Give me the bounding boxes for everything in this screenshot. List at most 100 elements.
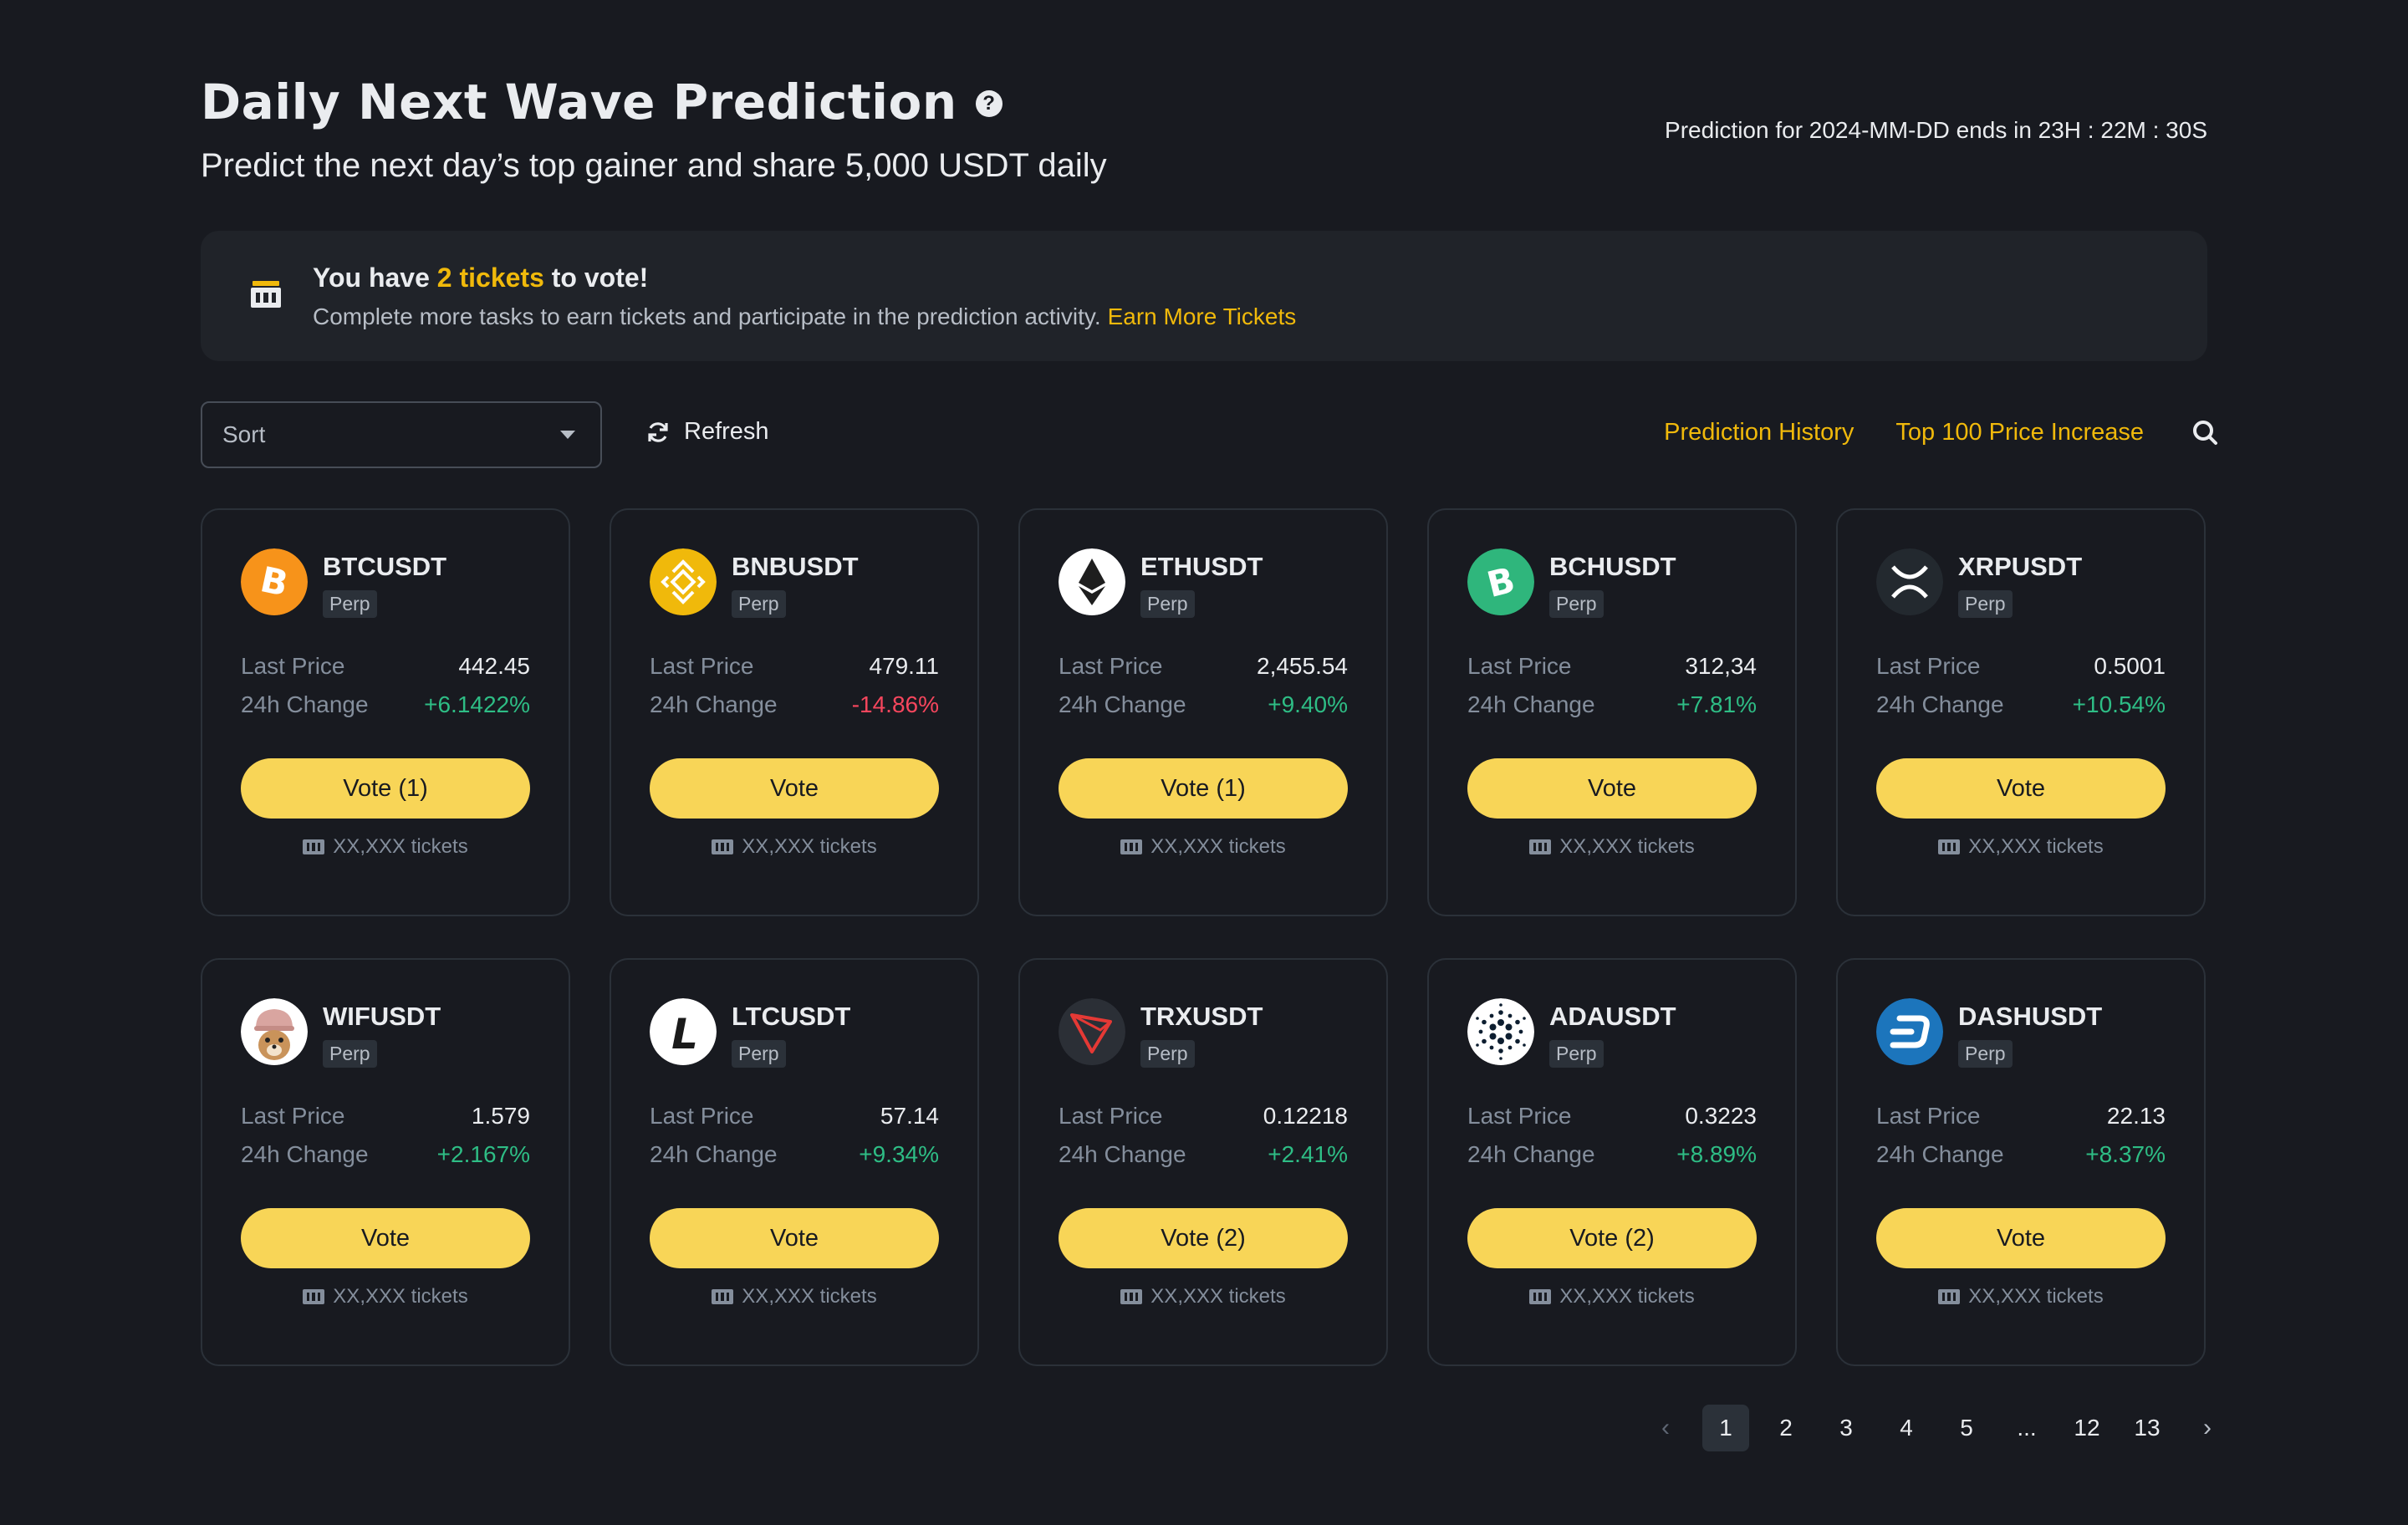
last-price-label: Last Price (1467, 653, 1572, 679)
change-label: 24h Change (650, 1141, 778, 1167)
vote-button[interactable]: Vote (650, 758, 939, 819)
coin-title-block: TRXUSDT Perp (1140, 998, 1263, 1068)
prediction-history-link[interactable]: Prediction History (1664, 419, 1854, 446)
change-row: 24h Change +9.40% (1059, 691, 1348, 718)
last-price-label: Last Price (241, 653, 345, 679)
last-price-label: Last Price (1876, 653, 1981, 679)
perp-badge: Perp (732, 1040, 786, 1068)
last-price-value: 1.579 (471, 1103, 530, 1129)
litecoin-icon: L (650, 998, 717, 1065)
perp-badge: Perp (1958, 1040, 2013, 1068)
vote-button[interactable]: Vote (2) (1467, 1208, 1757, 1268)
last-price-row: Last Price 0.3223 (1467, 1103, 1757, 1130)
page: Daily Next Wave Prediction ? Predict the… (0, 0, 2408, 1525)
coin-title-block: BNBUSDT Perp (732, 548, 859, 618)
coin-title-block: ETHUSDT Perp (1140, 548, 1263, 618)
banner-suffix: to vote! (543, 262, 649, 293)
coin-symbol: ETHUSDT (1140, 552, 1263, 581)
last-price-label: Last Price (241, 1103, 345, 1129)
page-number[interactable]: 5 (1943, 1405, 1990, 1451)
vote-button[interactable]: Vote (1467, 758, 1757, 819)
last-price-value: 312,34 (1685, 653, 1757, 679)
last-price-row: Last Price 0.12218 (1059, 1103, 1348, 1130)
ethereum-icon (1059, 548, 1125, 615)
ticket-count-row: XX,XXX tickets (650, 835, 939, 859)
vote-button[interactable]: Vote (1876, 758, 2166, 819)
last-price-value: 2,455.54 (1257, 653, 1348, 679)
page-number[interactable]: 2 (1763, 1405, 1809, 1451)
tickets-label: XX,XXX tickets (742, 1285, 877, 1308)
last-price-value: 0.3223 (1685, 1103, 1757, 1129)
refresh-button[interactable]: Refresh (645, 418, 769, 446)
page-number[interactable]: 4 (1883, 1405, 1930, 1451)
earn-more-tickets-link[interactable]: Earn More Tickets (1108, 303, 1297, 329)
top-100-price-increase-link[interactable]: Top 100 Price Increase (1895, 419, 2144, 446)
coin-title-block: BTCUSDT Perp (323, 548, 446, 618)
change-row: 24h Change +2.167% (241, 1141, 530, 1168)
coin-card: DASHUSDT Perp Last Price 22.13 24h Chang… (1836, 958, 2206, 1366)
last-price-value: 442.45 (458, 653, 530, 679)
coin-symbol: TRXUSDT (1140, 1002, 1263, 1031)
ticket-icon (1529, 1289, 1552, 1304)
coin-card: ETHUSDT Perp Last Price 2,455.54 24h Cha… (1018, 508, 1388, 916)
pagination: ‹ 1 2 3 4 5... 12 13 › (1642, 1405, 2231, 1451)
chevron-left-icon[interactable]: ‹ (1642, 1405, 1689, 1451)
coin-header: B BCHUSDT Perp (1467, 548, 1757, 618)
ticket-icon (1938, 839, 1961, 854)
change-label: 24h Change (1876, 1141, 2004, 1167)
change-label: 24h Change (650, 691, 778, 717)
banner-description: Complete more tasks to earn tickets and … (313, 303, 1101, 329)
top-links: Prediction History Top 100 Price Increas… (1664, 418, 2219, 446)
tickets-label: XX,XXX tickets (1150, 835, 1286, 858)
perp-badge: Perp (1140, 1040, 1195, 1068)
vote-button[interactable]: Vote (2) (1059, 1208, 1348, 1268)
dash-icon (1876, 998, 1943, 1065)
vote-button[interactable]: Vote (241, 1208, 530, 1268)
coin-card: B BTCUSDT Perp Last Price 442.45 24h Cha… (201, 508, 570, 916)
tickets-label: XX,XXX tickets (333, 1285, 468, 1308)
last-price-value: 0.12218 (1263, 1103, 1348, 1129)
ticket-icon (1120, 1289, 1143, 1304)
tickets-label: XX,XXX tickets (1559, 1285, 1695, 1308)
ticket-icon (712, 839, 734, 854)
sort-dropdown[interactable]: Sort (201, 401, 602, 468)
tickets-label: XX,XXX tickets (1150, 1285, 1286, 1308)
change-label: 24h Change (1059, 691, 1186, 717)
coin-card: B BCHUSDT Perp Last Price 312,34 24h Cha… (1427, 508, 1797, 916)
last-price-label: Last Price (1059, 1103, 1163, 1129)
coin-symbol: XRPUSDT (1958, 552, 2083, 581)
vote-button[interactable]: Vote (1876, 1208, 2166, 1268)
vote-button[interactable]: Vote (650, 1208, 939, 1268)
tickets-label: XX,XXX tickets (1559, 835, 1695, 858)
change-row: 24h Change +8.37% (1876, 1141, 2166, 1168)
perp-badge: Perp (732, 590, 786, 618)
change-row: 24h Change +8.89% (1467, 1141, 1757, 1168)
change-value: +6.1422% (424, 691, 530, 717)
change-row: 24h Change +6.1422% (241, 691, 530, 718)
search-icon[interactable] (2191, 418, 2219, 446)
ticket-icon (712, 1289, 734, 1304)
tickets-label: XX,XXX tickets (1968, 1285, 2104, 1308)
page-number[interactable]: 12 (2064, 1405, 2110, 1451)
coin-card: WIFUSDT Perp Last Price 1.579 24h Change… (201, 958, 570, 1366)
help-icon[interactable]: ? (975, 90, 1002, 117)
coin-symbol: BCHUSDT (1549, 552, 1676, 581)
tickets-label: XX,XXX tickets (1968, 835, 2104, 858)
coin-header: TRXUSDT Perp (1059, 998, 1348, 1068)
ticket-count: 2 tickets (436, 262, 544, 293)
coin-title-block: ADAUSDT Perp (1549, 998, 1676, 1068)
page-number[interactable]: 1 (1702, 1405, 1749, 1451)
ticket-icon (1529, 839, 1552, 854)
chevron-right-icon[interactable]: › (2184, 1405, 2231, 1451)
bitcoin-cash-icon: B (1467, 548, 1534, 615)
coin-title-block: BCHUSDT Perp (1549, 548, 1676, 618)
ticket-count-row: XX,XXX tickets (241, 835, 530, 859)
last-price-row: Last Price 312,34 (1467, 653, 1757, 680)
vote-button[interactable]: Vote (1) (241, 758, 530, 819)
page-number[interactable]: 3 (1823, 1405, 1870, 1451)
vote-button[interactable]: Vote (1) (1059, 758, 1348, 819)
page-number[interactable]: 13 (2124, 1405, 2171, 1451)
refresh-icon (648, 421, 668, 442)
coin-symbol: DASHUSDT (1958, 1002, 2103, 1031)
last-price-value: 22.13 (2106, 1103, 2166, 1129)
